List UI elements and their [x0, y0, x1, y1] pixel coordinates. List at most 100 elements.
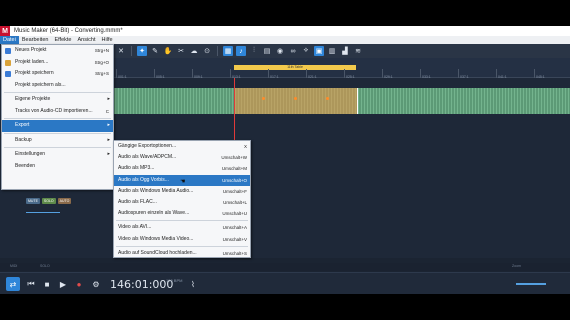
- disc-icon[interactable]: ◉: [275, 46, 285, 56]
- menu-ansicht[interactable]: Ansicht: [74, 36, 98, 44]
- menu-shortcut: Umschalt+A: [222, 225, 247, 231]
- menu-effekte[interactable]: Effekte: [51, 36, 74, 44]
- record-button[interactable]: ●: [72, 277, 86, 291]
- range-marker[interactable]: 11th Table: [234, 65, 356, 70]
- chart-icon[interactable]: ▟: [340, 46, 350, 56]
- menu-export[interactable]: Export ▸: [2, 120, 113, 132]
- menu-shortcut: Umschalt+L: [223, 199, 247, 205]
- menu-shortcut: X: [243, 144, 247, 149]
- zoom-label: Zoom: [512, 264, 521, 268]
- auto-button[interactable]: AUTO: [57, 198, 72, 204]
- export-avi[interactable]: Video als AVI... Umschalt+A: [114, 222, 250, 233]
- menu-datei[interactable]: Datei: [0, 36, 19, 44]
- menu-shortcut: Strg+N: [94, 48, 109, 53]
- export-wma[interactable]: Audio als Windows Media Audio... Umschal…: [114, 186, 250, 197]
- ruler-tick-line: [192, 69, 193, 78]
- export-wmv[interactable]: Video als Windows Media Video... Umschal…: [114, 234, 250, 245]
- track-buttons: MUTE SOLO AUTO: [26, 198, 112, 204]
- ruler-tick-line: [154, 69, 155, 78]
- submenu-arrow-icon: ▸: [107, 136, 110, 143]
- file-menu: Neues Projekt Strg+N Projekt laden... St…: [1, 44, 114, 190]
- menu-shortcut: Umschalt+O: [222, 177, 247, 183]
- ruler-tick-line: [382, 69, 383, 78]
- menu-shortcut: Umschalt+F: [222, 188, 247, 194]
- folder-icon: [5, 59, 11, 66]
- status-solo: SOLO: [40, 264, 50, 268]
- menu-settings[interactable]: Einstellungen ▸: [2, 149, 113, 161]
- fx-icon[interactable]: ≋: [353, 46, 363, 56]
- keyboard-icon[interactable]: ▤: [262, 46, 272, 56]
- master-volume-slider[interactable]: [516, 283, 546, 285]
- grid-icon[interactable]: ▦: [223, 46, 233, 56]
- mixer-icon[interactable]: ⫶: [249, 46, 259, 56]
- draw-icon[interactable]: ✎: [150, 46, 160, 56]
- ruler-tick-line: [496, 69, 497, 78]
- menu-label: Audio als Wave/ADPCM...: [118, 154, 177, 161]
- menu-load-project[interactable]: Projekt laden... Strg+O: [2, 57, 113, 69]
- menu-divider: [4, 92, 111, 93]
- timeline-ruler[interactable]: 11th Table 001:1 005:1 009:1 013:1 017:1 021:…: [112, 58, 570, 79]
- app-window: M Music Maker (64-Bit) - Converting.mmm*…: [0, 26, 570, 294]
- menu-label: Beenden: [15, 162, 36, 169]
- ruler-tick-line: [458, 69, 459, 78]
- export-soundcloud[interactable]: Audio auf SoundCloud hochladen... Umscha…: [114, 248, 250, 259]
- ruler-tick-line: [230, 69, 231, 78]
- menu-own-projects[interactable]: Eigene Projekte ▸: [2, 94, 113, 106]
- menu-label: Export: [15, 122, 30, 128]
- export-mp3[interactable]: Audio als MP3... Umschalt+M: [114, 163, 250, 174]
- envelope-point[interactable]: [262, 97, 265, 100]
- menu-label: Gängige Exportoptionen...: [118, 143, 177, 149]
- menu-shortcut: Umschalt+W: [221, 155, 247, 161]
- menu-label: Projekt speichern als...: [15, 81, 66, 88]
- mouse-mode-icon[interactable]: ✦: [137, 46, 147, 56]
- loop-button[interactable]: ⇄: [6, 277, 20, 291]
- menu-divider: [4, 132, 111, 134]
- bars-icon[interactable]: ▥: [327, 46, 337, 56]
- cloud-icon[interactable]: ☁: [189, 46, 199, 56]
- loop-icon[interactable]: ∞: [288, 46, 298, 56]
- hand-icon[interactable]: ✋: [163, 46, 173, 56]
- menu-backup[interactable]: Backup ▸: [2, 135, 113, 147]
- export-common-options[interactable]: Gängige Exportoptionen... X: [114, 141, 250, 152]
- envelope-point[interactable]: [326, 97, 329, 100]
- ruler-tick-line: [116, 69, 117, 78]
- pin-icon[interactable]: ⊙: [202, 46, 212, 56]
- menu-hilfe[interactable]: Hilfe: [99, 36, 116, 44]
- menu-new-project[interactable]: Neues Projekt Strg+N: [2, 45, 113, 57]
- title-bar: M Music Maker (64-Bit) - Converting.mmm*: [0, 26, 570, 36]
- window-title: Music Maker (64-Bit) - Converting.mmm*: [14, 28, 123, 34]
- menu-exit[interactable]: Beenden: [2, 161, 113, 173]
- solo-button[interactable]: SOLO: [41, 198, 56, 204]
- envelope-point[interactable]: [294, 97, 297, 100]
- menu-shortcut: Umschalt+V: [222, 236, 247, 242]
- tuning-icon[interactable]: ⟡: [301, 46, 311, 56]
- menu-bearbeiten[interactable]: Bearbeiten: [19, 36, 52, 44]
- cut-icon[interactable]: ✂: [176, 46, 186, 56]
- export-flac[interactable]: Audio als FLAC... Umschalt+L: [114, 197, 250, 208]
- menu-import-cd[interactable]: Tracks von Audio-CD importieren... C: [2, 106, 113, 118]
- metronome-icon[interactable]: ⌇: [186, 277, 200, 291]
- music-note-icon[interactable]: ♪: [236, 46, 246, 56]
- menu-label: Audio als MP3...: [118, 165, 155, 172]
- menu-label: Audiospuren einzeln als Wave...: [118, 210, 190, 217]
- export-wave[interactable]: Audio als Wave/ADPCM... Umschalt+W: [114, 152, 250, 163]
- tempo-display[interactable]: 120 BPM: [166, 278, 182, 283]
- close-icon[interactable]: ✕: [116, 46, 126, 56]
- menu-label: Neues Projekt: [15, 47, 47, 53]
- menu-label: Einstellungen: [15, 151, 46, 157]
- settings-gear-icon[interactable]: ⚙: [89, 277, 103, 291]
- menu-shortcut: Umschalt+M: [221, 166, 247, 172]
- app-logo-icon: M: [0, 26, 10, 36]
- submenu-arrow-icon: ▸: [107, 122, 110, 128]
- stop-button[interactable]: ■: [40, 277, 54, 291]
- volume-fader[interactable]: [26, 212, 60, 213]
- play-button[interactable]: ▶: [56, 277, 70, 291]
- snap-icon[interactable]: ▣: [314, 46, 324, 56]
- rewind-button[interactable]: ⏮: [24, 277, 38, 291]
- selected-region[interactable]: [234, 88, 358, 114]
- export-tracks-wave[interactable]: Audiospuren einzeln als Wave... Umschalt…: [114, 208, 250, 219]
- mute-button[interactable]: MUTE: [26, 198, 40, 204]
- menu-bar: Datei Bearbeiten Effekte Ansicht Hilfe: [0, 36, 570, 44]
- menu-save-project[interactable]: Projekt speichern Strg+S: [2, 68, 113, 80]
- menu-save-project-as[interactable]: Projekt speichern als...: [2, 80, 113, 92]
